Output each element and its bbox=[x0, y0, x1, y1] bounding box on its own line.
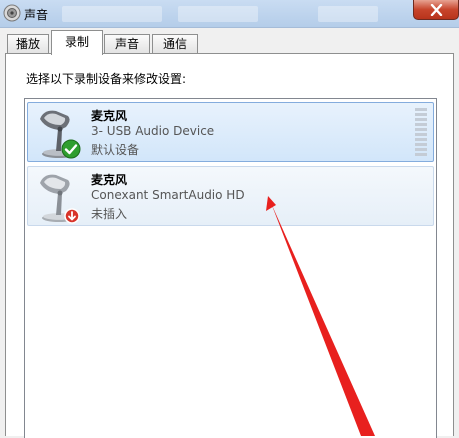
close-button[interactable] bbox=[413, 0, 459, 20]
tab-strip: 播放 录制 声音 通信 bbox=[0, 28, 459, 55]
device-name: 麦克风 bbox=[91, 109, 128, 123]
tab-communications[interactable]: 通信 bbox=[152, 34, 198, 53]
background-window-blur bbox=[62, 6, 162, 22]
title-bar[interactable]: 声音 bbox=[0, 0, 459, 28]
window-title: 声音 bbox=[24, 8, 49, 22]
device-status: 未插入 bbox=[91, 207, 128, 221]
speaker-icon bbox=[3, 4, 21, 22]
device-name: 麦克风 bbox=[91, 173, 128, 187]
level-meter bbox=[415, 108, 427, 156]
recording-panel: 选择以下录制设备来修改设置: 麦克风 3- USB Audio Device 默… bbox=[5, 53, 454, 438]
background-window-blur bbox=[318, 6, 378, 22]
instruction-label: 选择以下录制设备来修改设置: bbox=[26, 72, 187, 86]
tab-recording[interactable]: 录制 bbox=[51, 30, 103, 55]
tab-playback[interactable]: 播放 bbox=[7, 34, 49, 53]
device-description: 3- USB Audio Device bbox=[91, 124, 215, 138]
device-item-usb-microphone[interactable]: 麦克风 3- USB Audio Device 默认设备 bbox=[27, 102, 434, 162]
close-icon bbox=[430, 4, 443, 16]
background-window-blur bbox=[178, 6, 258, 22]
device-description: Conexant SmartAudio HD bbox=[91, 188, 245, 202]
device-status: 默认设备 bbox=[91, 143, 140, 157]
red-down-arrow-icon bbox=[64, 208, 80, 224]
green-check-icon bbox=[61, 139, 81, 159]
device-item-conexant-microphone[interactable]: 麦克风 Conexant SmartAudio HD 未插入 bbox=[27, 166, 434, 226]
tab-sounds[interactable]: 声音 bbox=[104, 34, 150, 53]
recording-device-list[interactable]: 麦克风 3- USB Audio Device 默认设备 麦克风 Conexan… bbox=[24, 98, 437, 438]
